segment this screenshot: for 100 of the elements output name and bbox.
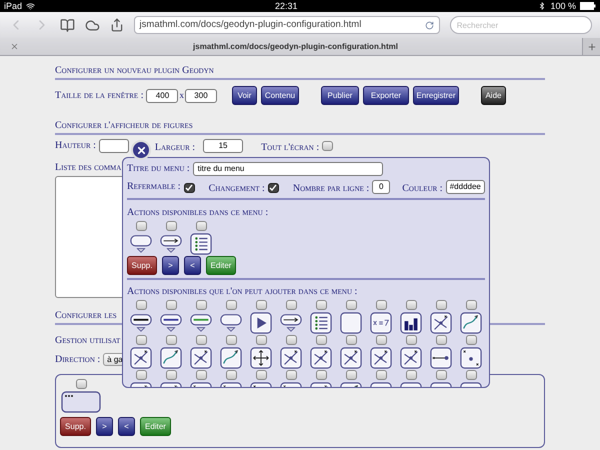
input-field[interactable]: 15 (203, 139, 244, 153)
cloud-icon[interactable] (84, 18, 100, 32)
checkbox[interactable] (226, 370, 236, 380)
checkbox[interactable] (316, 335, 326, 345)
checkbox[interactable] (286, 335, 296, 345)
checkbox[interactable] (346, 370, 356, 380)
checkbox[interactable] (268, 182, 279, 192)
checkbox[interactable] (406, 370, 416, 380)
checkbox[interactable] (136, 221, 146, 231)
curve-icon (160, 347, 182, 369)
input-field[interactable] (98, 139, 129, 153)
checkbox[interactable] (316, 300, 326, 310)
section-heading: Configurer l'afficheur de figures (55, 120, 193, 131)
play-icon (250, 312, 272, 334)
section-heading: Actions disponibles que l'on peut ajouter dans ce menu : (127, 286, 358, 297)
checkbox[interactable] (466, 300, 476, 310)
list-label: Liste des comma (55, 162, 122, 173)
segment-icon (430, 347, 452, 369)
equation-icon (370, 312, 392, 334)
list-icon (190, 233, 212, 255)
action-button[interactable]: Voir (232, 86, 257, 105)
checkbox[interactable] (346, 335, 356, 345)
checkbox[interactable] (226, 300, 236, 310)
action-button[interactable]: > (162, 256, 179, 275)
input-field[interactable]: 300 (184, 88, 217, 102)
checkbox[interactable] (166, 300, 176, 310)
checkbox[interactable] (286, 370, 296, 380)
action-button[interactable]: Enregistrer (412, 86, 459, 105)
checkbox[interactable] (316, 370, 326, 380)
checkbox[interactable] (256, 370, 266, 380)
section-heading: Actions disponibles dans ce menu : (127, 207, 268, 218)
checkbox[interactable] (466, 370, 476, 380)
dots-icon (61, 391, 101, 413)
action-button[interactable]: < (118, 417, 135, 436)
geometry-icon (280, 347, 302, 369)
input-field[interactable]: #ddddee (446, 180, 485, 194)
geometry-icon (430, 312, 452, 334)
point-icon (460, 347, 482, 369)
battery-icon (580, 2, 596, 10)
input-field[interactable]: titre du menu (192, 162, 383, 176)
checkbox[interactable] (136, 335, 146, 345)
address-field[interactable]: jsmathml.com/docs/geodyn-plugin-configuration.html (134, 16, 440, 34)
checkbox[interactable] (436, 335, 446, 345)
bar-chart-icon (400, 312, 422, 334)
field-label: Refermable : (127, 182, 181, 192)
checkbox[interactable] (436, 300, 446, 310)
reload-icon[interactable] (424, 20, 434, 30)
action-button[interactable]: Supp. (127, 256, 157, 275)
share-icon[interactable] (110, 18, 124, 32)
checkbox[interactable] (322, 141, 334, 151)
action-button[interactable]: Exporter (362, 86, 409, 105)
times-sign: x (179, 91, 184, 100)
action-button[interactable]: Publier (320, 86, 359, 105)
checkbox[interactable] (166, 370, 176, 380)
menu-item-icon (160, 312, 182, 334)
checkbox[interactable] (286, 300, 296, 310)
field-label: Nombre par ligne : (292, 183, 370, 194)
action-button[interactable]: > (96, 417, 113, 436)
checkbox[interactable] (196, 335, 206, 345)
new-tab-button[interactable] (582, 38, 600, 56)
checkbox[interactable] (76, 379, 86, 389)
close-button[interactable] (131, 140, 151, 160)
action-button[interactable]: Supp. (60, 417, 91, 436)
checkbox[interactable] (466, 335, 476, 345)
action-button[interactable]: < (184, 256, 201, 275)
browser-tab[interactable]: jsmathml.com/docs/geodyn-plugin-configuration.html (0, 38, 582, 56)
section-heading: Configurer les (55, 310, 117, 321)
checkbox[interactable] (166, 335, 176, 345)
section-heading: Configurer un nouveau plugin Geodyn (55, 65, 214, 76)
search-field[interactable]: Rechercher (450, 16, 592, 34)
menu-item-icon (130, 233, 152, 255)
checkbox[interactable] (196, 370, 206, 380)
move-icon (250, 347, 272, 369)
close-icon[interactable] (10, 42, 19, 51)
checkbox[interactable] (346, 300, 356, 310)
geometry-icon (310, 347, 332, 369)
checkbox[interactable] (376, 300, 386, 310)
checkbox[interactable] (406, 335, 416, 345)
checkbox[interactable] (166, 221, 176, 231)
checkbox[interactable] (256, 300, 266, 310)
checkbox[interactable] (196, 221, 206, 231)
checkbox[interactable] (406, 300, 416, 310)
field-label: Direction : (55, 354, 100, 364)
book-icon[interactable] (60, 18, 75, 32)
checkbox[interactable] (256, 335, 266, 345)
input-field[interactable]: 400 (146, 88, 178, 102)
input-field[interactable]: 0 (372, 180, 390, 194)
checkbox[interactable] (436, 370, 446, 380)
action-button[interactable]: Contenu (260, 86, 299, 105)
checkbox[interactable] (376, 370, 386, 380)
checkbox[interactable] (376, 335, 386, 345)
action-button[interactable]: Aide (480, 86, 506, 105)
geometry-icon (340, 347, 362, 369)
checkbox[interactable] (226, 335, 236, 345)
wifi-icon (26, 2, 36, 10)
checkbox[interactable] (184, 182, 195, 192)
checkbox[interactable] (136, 370, 146, 380)
checkbox[interactable] (196, 300, 206, 310)
field-label: Titre du menu : (127, 164, 190, 174)
checkbox[interactable] (136, 300, 146, 310)
